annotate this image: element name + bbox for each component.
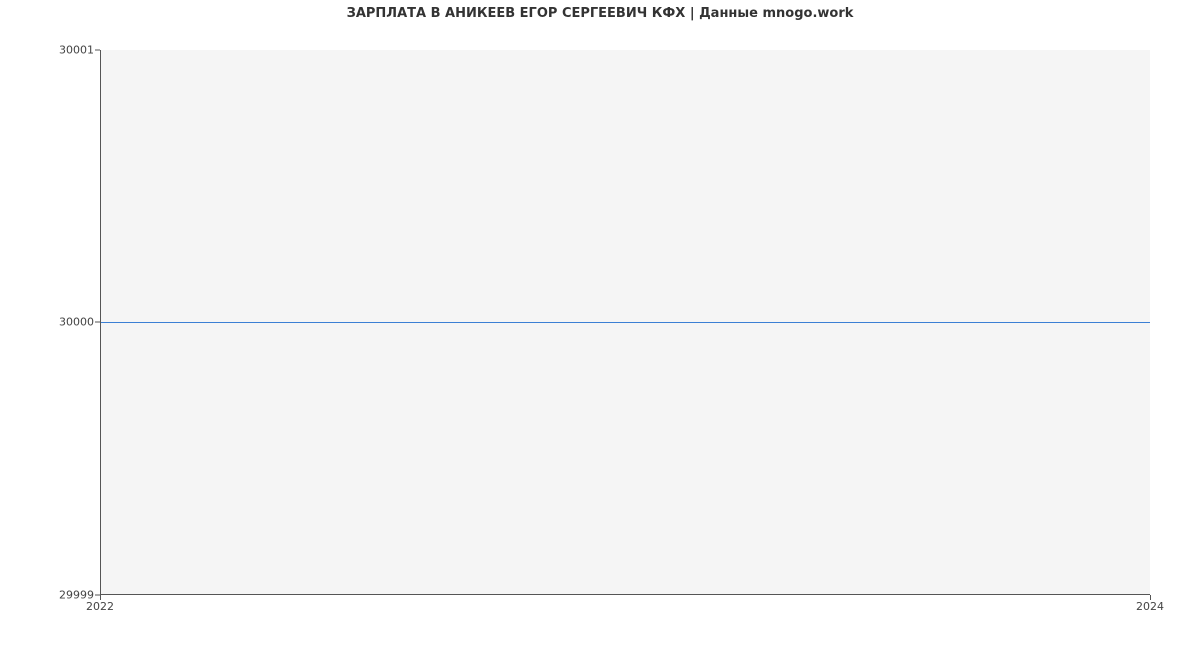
chart-title: ЗАРПЛАТА В АНИКЕЕВ ЕГОР СЕРГЕЕВИЧ КФХ | … xyxy=(0,6,1200,21)
data-line xyxy=(101,322,1150,323)
xtick-label: 2022 xyxy=(86,600,114,613)
plot-area xyxy=(100,50,1150,595)
ytick-label: 30000 xyxy=(59,316,94,329)
ytick-label: 30001 xyxy=(59,44,94,57)
line-chart: ЗАРПЛАТА В АНИКЕЕВ ЕГОР СЕРГЕЕВИЧ КФХ | … xyxy=(0,0,1200,650)
xtick-label: 2024 xyxy=(1136,600,1164,613)
